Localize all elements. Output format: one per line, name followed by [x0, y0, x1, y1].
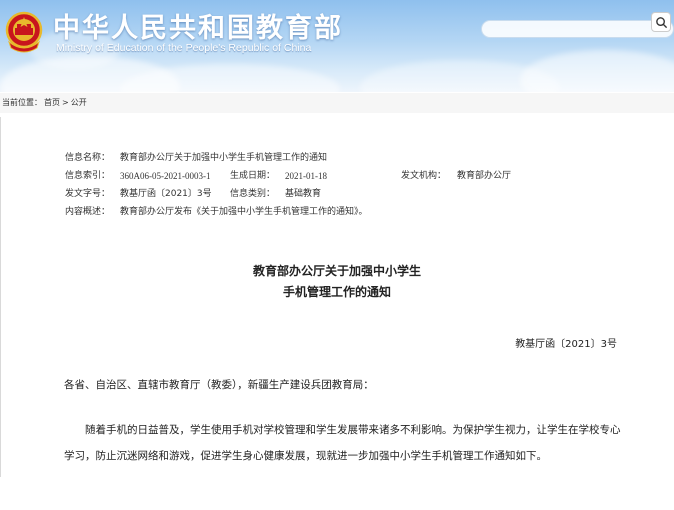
search-icon — [655, 16, 667, 28]
search-button[interactable] — [651, 12, 671, 32]
site-title[interactable]: 中华人民共和国教育部 — [53, 6, 343, 45]
breadcrumb-label: 当前位置： — [2, 98, 42, 107]
breadcrumb: 当前位置： 首页 > 公开 — [0, 93, 674, 113]
breadcrumb-open-link[interactable]: 公开 — [71, 98, 87, 107]
document-title-line1: 教育部办公厅关于加强中小学生 — [252, 264, 421, 278]
info-docno-value: 教基厅函〔2021〕3号 — [120, 189, 212, 199]
info-category-value: 基础教育 — [285, 189, 322, 199]
info-docno-label: 发文字号： — [65, 189, 111, 199]
national-emblem-icon — [5, 11, 43, 53]
info-category-label: 信息类别： — [230, 189, 276, 199]
info-index-label: 信息索引： — [65, 171, 111, 181]
search-input[interactable] — [481, 20, 674, 38]
document-salutation: 各省、自治区、直辖市教育厅（教委），新疆生产建设兵团教育局： — [64, 379, 374, 391]
document-number: 教基厅函〔2021〕3号 — [515, 339, 617, 350]
header-banner: 中华人民共和国教育部 Ministry of Education of the … — [0, 0, 674, 92]
document-title-line2: 手机管理工作的通知 — [282, 285, 391, 299]
site-subtitle: Ministry of Education of the People's Re… — [56, 42, 312, 54]
info-org-label: 发文机构： — [401, 171, 447, 181]
info-date-label: 生成日期： — [230, 171, 276, 181]
info-name-label: 信息名称： — [65, 153, 111, 163]
breadcrumb-home-link[interactable]: 首页 — [44, 98, 60, 107]
info-date-value: 2021-01-18 — [285, 171, 327, 181]
info-summary-value: 教育部办公厅发布《关于加强中小学生手机管理工作的通知》。 — [120, 207, 368, 217]
cloud-decoration — [520, 50, 674, 92]
info-name-value: 教育部办公厅关于加强中小学生手机管理工作的通知 — [120, 153, 328, 163]
info-org-value: 教育部办公厅 — [457, 171, 512, 181]
breadcrumb-separator: > — [62, 98, 69, 107]
info-summary-label: 内容概述： — [65, 207, 111, 217]
document-paragraph: 随着手机的日益普及，学生使用手机对学校管理和学生发展带来诸多不利影响。为保护学生… — [64, 424, 621, 462]
info-index-value: 360A06-05-2021-0003-1 — [120, 171, 211, 181]
